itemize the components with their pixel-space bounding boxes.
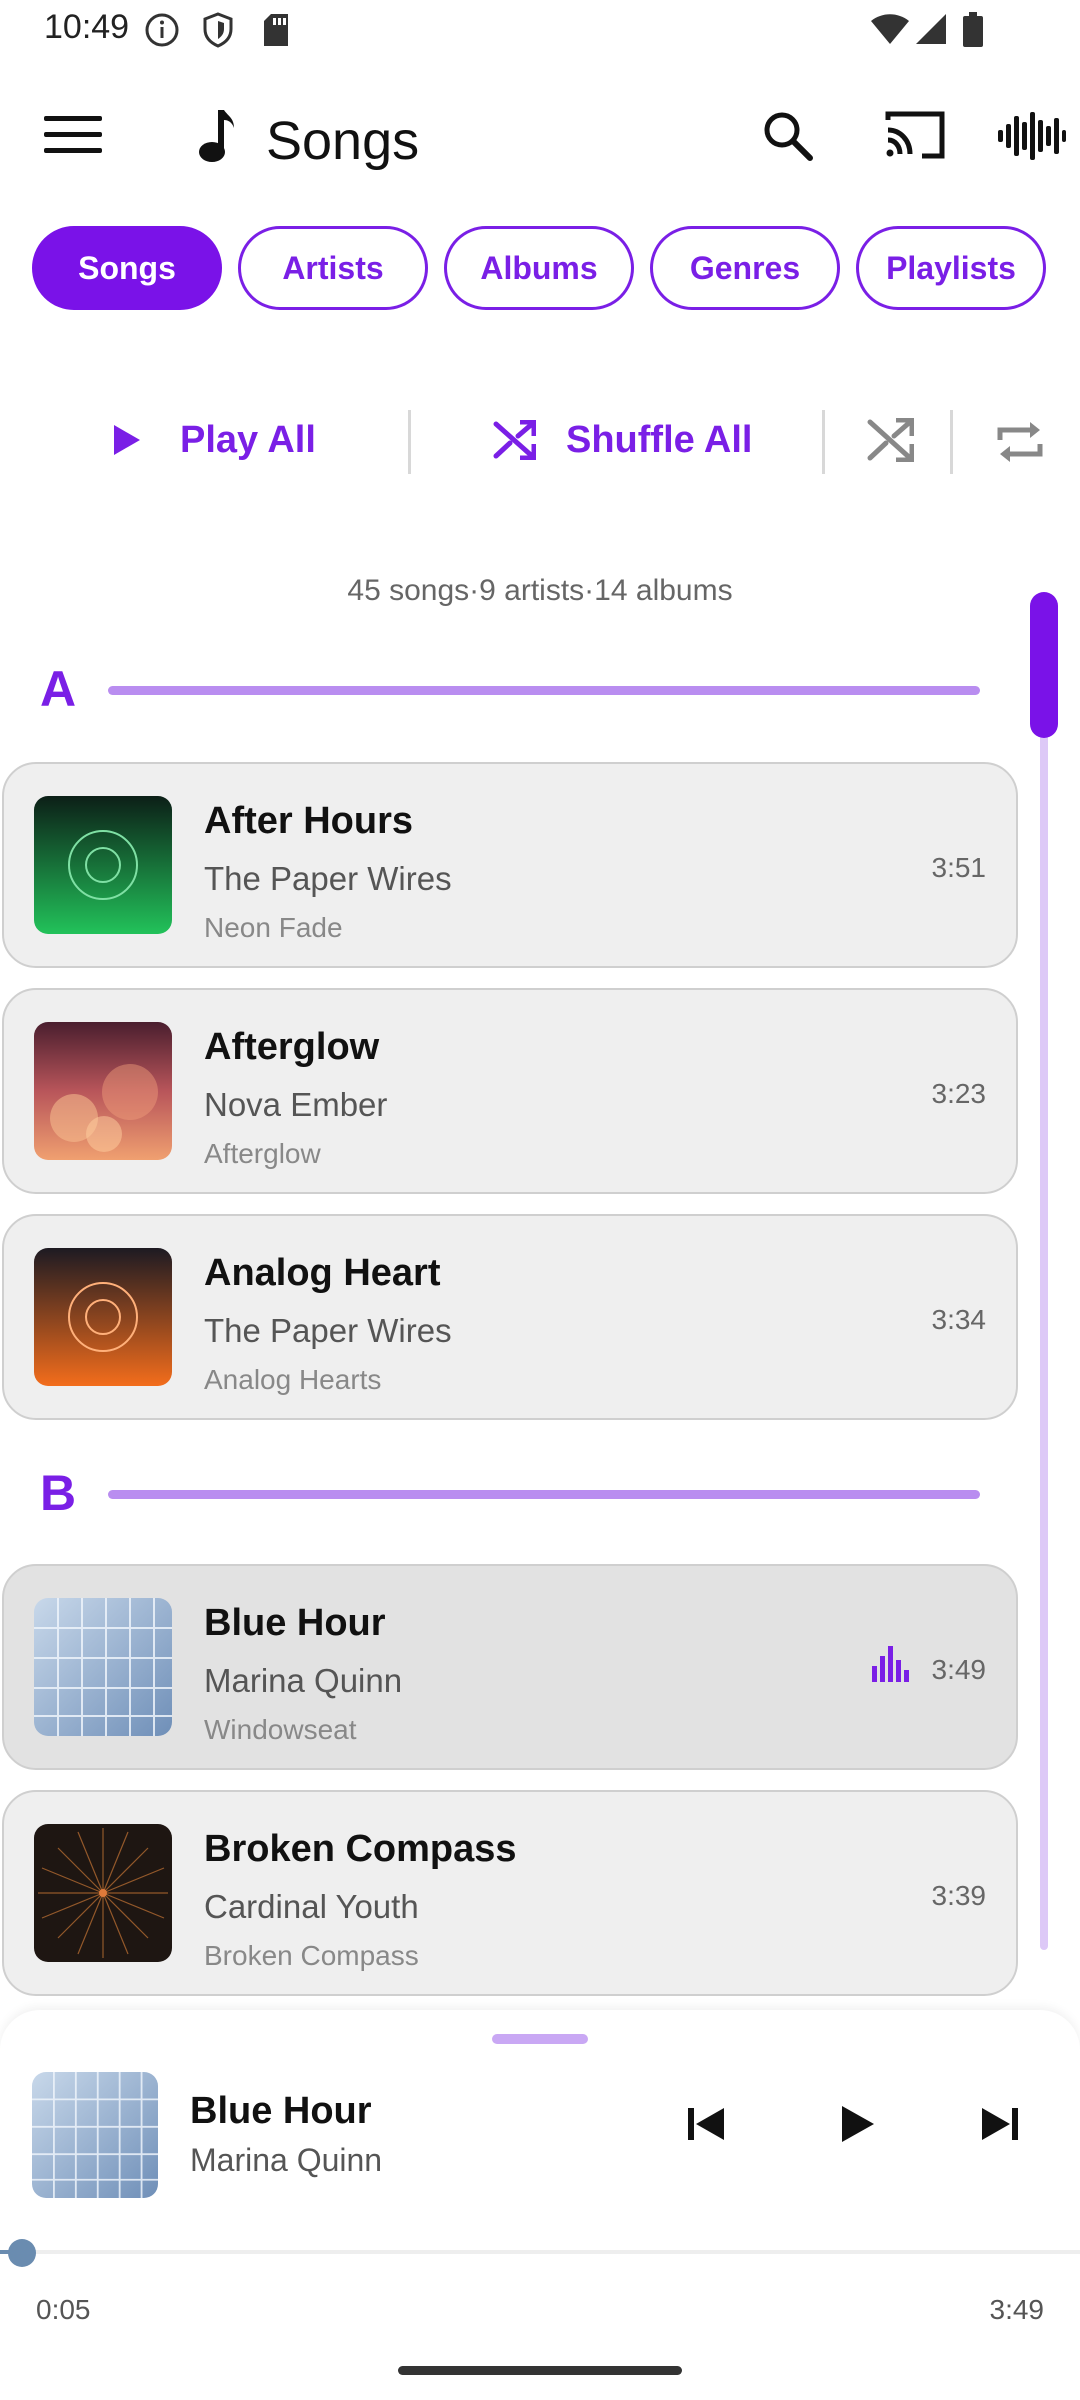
- section-letter: B: [40, 1465, 77, 1521]
- song-row[interactable]: Broken Compass Cardinal Youth Broken Com…: [2, 1790, 1018, 1996]
- song-title: Blue Hour: [204, 1602, 386, 1644]
- song-album: Windowseat: [204, 1714, 357, 1745]
- album-art: [34, 1598, 172, 1736]
- tab-genres[interactable]: Genres: [650, 226, 840, 310]
- song-artist: Marina Quinn: [204, 1662, 403, 1699]
- section-divider: [108, 1490, 980, 1499]
- sd-card-icon: [262, 12, 290, 53]
- section-letter: A: [40, 661, 77, 717]
- song-duration: 3:23: [931, 1078, 987, 1109]
- fast-scroll-thumb[interactable]: [1030, 592, 1058, 738]
- fast-scroll-track[interactable]: [1040, 600, 1048, 1950]
- status-bar: 10:49: [0, 0, 1080, 62]
- song-artist: The Paper Wires: [204, 1312, 452, 1349]
- action-row: Play All Shuffle All: [0, 400, 1080, 480]
- status-time: 10:49: [44, 8, 130, 46]
- tab-artists[interactable]: Artists: [238, 226, 428, 310]
- library-tabs: Songs Artists Albums Genres Playlists: [32, 226, 1046, 310]
- divider: [408, 410, 411, 474]
- shuffle-all-label: Shuffle All: [566, 418, 753, 461]
- song-title: Afterglow: [204, 1026, 380, 1068]
- mini-player-album-art: [32, 2072, 158, 2198]
- shuffle-toggle-icon[interactable]: [866, 417, 915, 467]
- waveform-icon[interactable]: [996, 110, 1066, 167]
- mini-player[interactable]: Blue Hour Marina Quinn 0:05 3:49: [0, 2010, 1080, 2400]
- section-header-b: B: [40, 1464, 980, 1524]
- cast-icon[interactable]: [884, 108, 948, 167]
- song-duration: 3:39: [931, 1880, 987, 1911]
- skip-previous-icon[interactable]: [684, 2102, 728, 2151]
- song-duration: 3:34: [931, 1304, 987, 1335]
- song-row[interactable]: Analog Heart The Paper Wires Analog Hear…: [2, 1214, 1018, 1420]
- gesture-bar: [398, 2366, 682, 2375]
- tab-playlists[interactable]: Playlists: [856, 226, 1046, 310]
- mini-player-title: Blue Hour: [190, 2090, 372, 2132]
- song-artist: Cardinal Youth: [204, 1888, 419, 1925]
- song-artist: Nova Ember: [204, 1086, 388, 1123]
- divider: [822, 410, 825, 474]
- now-playing-equalizer-icon: [870, 1644, 910, 1689]
- page-title: Songs: [266, 111, 420, 171]
- music-note-icon: [196, 108, 236, 169]
- song-duration: 3:49: [931, 1654, 987, 1685]
- drag-handle[interactable]: [492, 2034, 588, 2044]
- song-title: Analog Heart: [204, 1252, 441, 1294]
- song-row[interactable]: Afterglow Nova Ember Afterglow 3:23: [2, 988, 1018, 1194]
- skip-next-icon[interactable]: [978, 2102, 1022, 2151]
- play-icon[interactable]: [834, 2102, 878, 2151]
- search-icon[interactable]: [760, 108, 816, 169]
- signal-icon: [914, 12, 948, 51]
- repeat-icon[interactable]: [994, 418, 1046, 471]
- album-art: [34, 796, 172, 934]
- song-duration: 3:51: [931, 852, 987, 883]
- progress-bar[interactable]: [0, 2250, 1080, 2254]
- tab-albums[interactable]: Albums: [444, 226, 634, 310]
- song-row-now-playing[interactable]: Blue Hour Marina Quinn Windowseat 3:49: [2, 1564, 1018, 1770]
- tab-songs[interactable]: Songs: [32, 226, 222, 310]
- battery-icon: [962, 12, 984, 53]
- section-divider: [108, 686, 980, 695]
- album-art: [34, 1248, 172, 1386]
- song-title: Broken Compass: [204, 1828, 517, 1870]
- song-artist: The Paper Wires: [204, 860, 452, 897]
- song-album: Broken Compass: [204, 1940, 419, 1971]
- section-header-a: A: [40, 660, 980, 720]
- progress-thumb[interactable]: [8, 2239, 36, 2267]
- play-icon: [114, 425, 140, 455]
- mini-player-artist: Marina Quinn: [190, 2142, 383, 2178]
- shuffle-all-button[interactable]: Shuffle All: [492, 400, 752, 480]
- menu-icon[interactable]: [44, 116, 102, 156]
- song-album: Neon Fade: [204, 912, 343, 943]
- shield-icon: [202, 12, 234, 53]
- album-art: [34, 1022, 172, 1160]
- divider: [950, 410, 953, 474]
- wifi-icon: [870, 12, 910, 51]
- song-title: After Hours: [204, 800, 414, 842]
- song-row[interactable]: After Hours The Paper Wires Neon Fade 3:…: [2, 762, 1018, 968]
- shuffle-icon: [493, 420, 536, 460]
- app-bar: Songs: [0, 80, 1080, 192]
- song-album: Analog Hearts: [204, 1364, 382, 1395]
- library-summary: 45 songs·9 artists·14 albums: [347, 574, 733, 607]
- play-all-button[interactable]: Play All: [110, 400, 316, 480]
- total-time: 3:49: [989, 2294, 1045, 2325]
- info-icon: [144, 12, 180, 53]
- play-all-label: Play All: [180, 418, 316, 461]
- elapsed-time: 0:05: [36, 2294, 91, 2325]
- song-album: Afterglow: [204, 1138, 321, 1169]
- album-art: [34, 1824, 172, 1962]
